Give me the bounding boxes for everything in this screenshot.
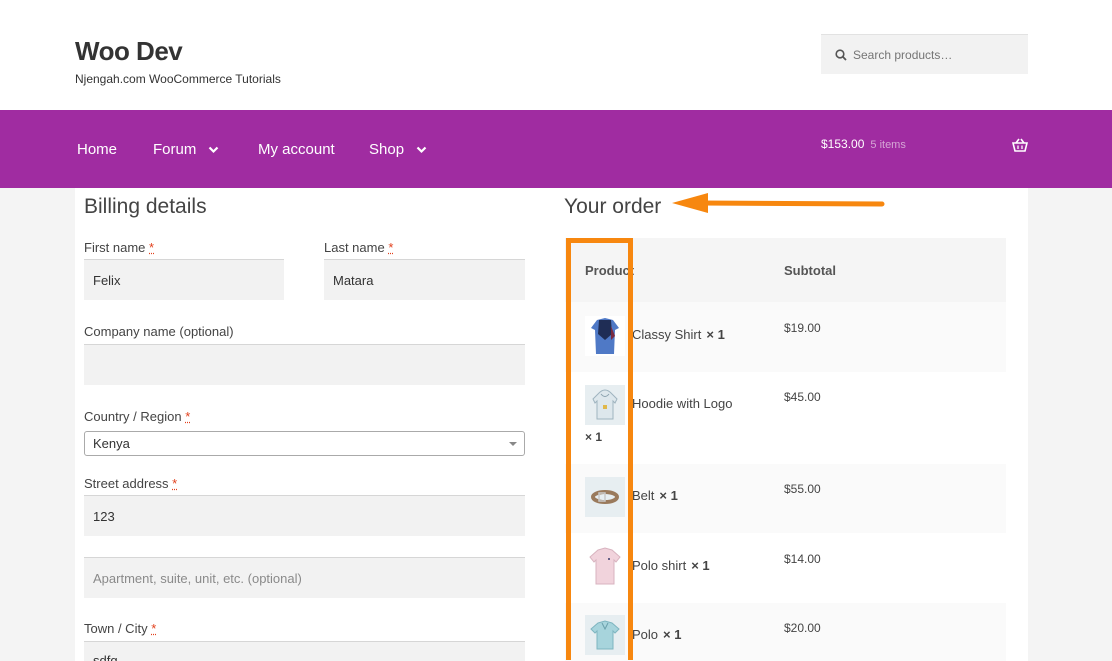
chevron-down-icon (416, 146, 427, 153)
annotation-arrow-icon (672, 193, 885, 213)
nav-item-label: Home (77, 141, 118, 158)
basket-icon[interactable] (1012, 138, 1028, 152)
chevron-down-icon (209, 146, 219, 153)
product-name: Classy Shirt × 1 (632, 327, 725, 342)
product-subtotal: $45.00 (784, 390, 821, 404)
primary-navigation: Home Forum My account Shop $153.00 5 item… (0, 110, 1112, 188)
nav-item-label: My account (258, 141, 335, 158)
country-selected-value: Kenya (93, 436, 130, 451)
product-name: Polo × 1 (632, 627, 682, 642)
product-subtotal: $19.00 (784, 321, 821, 335)
cart-total: $153.00 (821, 137, 865, 151)
nav-item-label: Forum (153, 141, 197, 158)
dropdown-arrow-icon (509, 442, 517, 446)
company-name-label: Company name (optional) (84, 324, 234, 339)
search-input[interactable] (853, 47, 1013, 62)
nav-item-my-account[interactable]: My account (258, 141, 335, 158)
last-name-label: Last name * (324, 240, 394, 255)
first-name-label: First name * (84, 240, 155, 255)
country-select[interactable]: Kenya (84, 431, 525, 456)
nav-item-shop[interactable]: Shop (369, 141, 427, 158)
site-description: Njengah.com WooCommerce Tutorials (75, 72, 281, 86)
product-name: Polo shirt × 1 (632, 558, 710, 573)
cart-count: 5 items (870, 139, 906, 151)
your-order-heading: Your order (564, 195, 662, 218)
product-subtotal: $20.00 (784, 621, 821, 635)
product-subtotal: $55.00 (784, 482, 821, 496)
search-box[interactable] (821, 34, 1028, 74)
first-name-field[interactable]: Felix (84, 259, 284, 300)
cart-summary[interactable]: $153.00 5 items (821, 137, 906, 151)
country-label: Country / Region * (84, 409, 191, 424)
company-name-field[interactable] (84, 344, 525, 385)
billing-details-heading: Billing details (84, 195, 207, 218)
annotation-highlight-box (566, 238, 633, 660)
last-name-field[interactable]: Matara (324, 259, 525, 300)
checkout-content: Billing details First name * Felix Last … (75, 188, 1028, 661)
town-city-field[interactable]: sdfg (84, 641, 525, 661)
apartment-field[interactable]: Apartment, suite, unit, etc. (optional) (84, 557, 525, 598)
product-subtotal: $14.00 (784, 552, 821, 566)
site-title[interactable]: Woo Dev (75, 36, 183, 67)
product-name: Belt × 1 (632, 488, 678, 503)
street-address-label: Street address * (84, 476, 178, 491)
product-name: Hoodie with Logo (632, 396, 733, 411)
street-address-field[interactable]: 123 (84, 495, 525, 536)
subtotal-column-header: Subtotal (784, 263, 836, 278)
search-icon (835, 48, 847, 61)
nav-item-label: Shop (369, 141, 405, 158)
site-header: Woo Dev Njengah.com WooCommerce Tutorial… (0, 0, 1112, 110)
nav-item-forum[interactable]: Forum (153, 141, 219, 158)
town-city-label: Town / City * (84, 621, 157, 636)
nav-item-home[interactable]: Home (77, 141, 117, 158)
